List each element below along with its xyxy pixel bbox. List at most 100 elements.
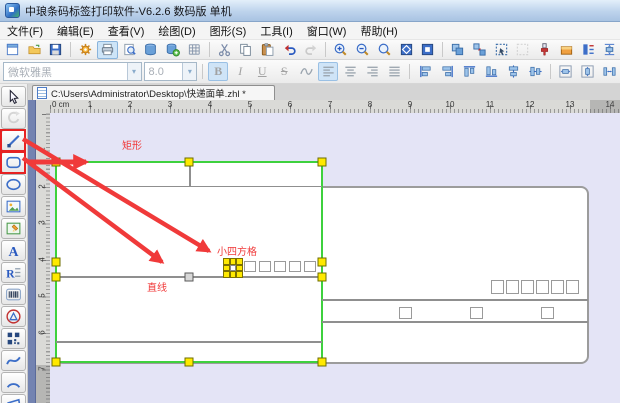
selection-handle[interactable]	[236, 271, 243, 278]
align-left-edges-button[interactable]	[415, 62, 435, 81]
selection-handle[interactable]	[230, 271, 237, 278]
selection-handle[interactable]	[185, 358, 194, 367]
shape-tool-button[interactable]	[1, 306, 26, 327]
chevron-down-icon[interactable]: ▾	[127, 63, 141, 80]
header-square[interactable]	[244, 261, 256, 272]
align-top-edges-button[interactable]	[459, 62, 479, 81]
menu-item-help[interactable]: 帮助(H)	[353, 22, 404, 40]
new-document-button[interactable]	[2, 41, 23, 59]
fit-content-button[interactable]	[417, 41, 438, 59]
qrcode-tool-button[interactable]	[1, 328, 26, 349]
print-preview-button[interactable]	[119, 41, 140, 59]
menu-item-shape[interactable]: 图形(S)	[203, 22, 254, 40]
text-tool-button[interactable]: A	[1, 240, 26, 261]
image-tool-button[interactable]	[1, 196, 26, 217]
selection-handle[interactable]	[52, 158, 61, 167]
check-square[interactable]	[541, 307, 554, 319]
grid-settings-button[interactable]	[184, 41, 205, 59]
header-square[interactable]	[304, 261, 316, 272]
right-section-line-1[interactable]	[322, 299, 588, 301]
selection-handle[interactable]	[318, 158, 327, 167]
copy-button[interactable]	[235, 41, 256, 59]
page-setup-button[interactable]	[75, 41, 96, 59]
barcode-tool-button[interactable]	[1, 284, 26, 305]
zoom-out-button[interactable]	[352, 41, 373, 59]
rounded-rect-tool-button[interactable]	[1, 152, 26, 173]
selection-handle[interactable]	[52, 358, 61, 367]
selection-handle[interactable]	[230, 258, 237, 265]
menu-item-view[interactable]: 查看(V)	[101, 22, 152, 40]
center-in-page-horizontal-button[interactable]	[556, 62, 576, 81]
align-text-center-button[interactable]	[340, 62, 360, 81]
postcode-square[interactable]	[521, 280, 534, 294]
database-button[interactable]	[140, 41, 161, 59]
object-properties-button[interactable]	[578, 41, 599, 59]
selection-handle[interactable]	[223, 265, 230, 272]
align-right-edges-button[interactable]	[437, 62, 457, 81]
format-painter-button[interactable]	[534, 41, 555, 59]
text-on-path-button[interactable]	[296, 62, 316, 81]
redo-button[interactable]	[301, 41, 322, 59]
fill-style-button[interactable]	[556, 41, 577, 59]
select-area-button[interactable]	[491, 41, 512, 59]
align-text-right-button[interactable]	[362, 62, 382, 81]
postcode-square[interactable]	[566, 280, 579, 294]
check-square[interactable]	[399, 307, 412, 319]
undo-button[interactable]	[279, 41, 300, 59]
postcode-square[interactable]	[506, 280, 519, 294]
header-square[interactable]	[289, 261, 301, 272]
rich-text-tool-button[interactable]: R	[1, 262, 26, 283]
line-tool-button[interactable]	[1, 130, 26, 151]
selection-handle[interactable]	[318, 258, 327, 267]
align-text-justify-button[interactable]	[384, 62, 404, 81]
print-button[interactable]	[97, 41, 118, 59]
group-button[interactable]	[447, 41, 468, 59]
selected-small-square-object[interactable]	[223, 258, 243, 278]
cut-button[interactable]	[214, 41, 235, 59]
align-text-left-button[interactable]	[318, 62, 338, 81]
align-center-vertical-button[interactable]	[525, 62, 545, 81]
paste-button[interactable]	[257, 41, 278, 59]
ungroup-button[interactable]	[469, 41, 490, 59]
polygon-tool-button[interactable]	[1, 394, 26, 403]
equal-spacing-button[interactable]	[600, 62, 620, 81]
small-square-object[interactable]	[230, 265, 237, 272]
line-mid-handle[interactable]	[185, 273, 194, 282]
font-size-select[interactable]: 8.0 ▾	[144, 62, 198, 81]
curve-tool-button[interactable]	[1, 350, 26, 371]
strikethrough-button[interactable]: S	[274, 62, 294, 81]
lower-divider-line[interactable]	[56, 341, 322, 343]
postcode-square[interactable]	[551, 280, 564, 294]
deselect-area-button[interactable]	[512, 41, 533, 59]
selection-handle[interactable]	[318, 273, 327, 282]
postcode-square[interactable]	[536, 280, 549, 294]
arc-tool-button[interactable]	[1, 372, 26, 393]
selection-handle[interactable]	[52, 258, 61, 267]
align-center-horizontal-button[interactable]	[503, 62, 523, 81]
menu-item-file[interactable]: 文件(F)	[0, 22, 50, 40]
bold-button[interactable]: B	[208, 62, 228, 81]
image-edit-tool-button[interactable]	[1, 218, 26, 239]
select-tool-button[interactable]	[1, 86, 26, 107]
document-tab[interactable]: C:\Users\Administrator\Desktop\快递面单.zhl …	[32, 85, 275, 100]
font-family-select[interactable]: 微软雅黑 ▾	[3, 62, 142, 81]
right-section-line-2[interactable]	[322, 321, 588, 323]
italic-button[interactable]: I	[230, 62, 250, 81]
menu-item-tools[interactable]: 工具(I)	[253, 22, 299, 40]
menu-item-draw[interactable]: 绘图(D)	[151, 22, 202, 40]
selection-handle[interactable]	[185, 158, 194, 167]
design-canvas[interactable]: 矩形 小四方格 直线	[50, 113, 620, 403]
check-square[interactable]	[470, 307, 483, 319]
zoom-in-button[interactable]	[330, 41, 351, 59]
distribute-button[interactable]	[599, 41, 620, 59]
selection-handle[interactable]	[52, 273, 61, 282]
save-file-button[interactable]	[46, 41, 67, 59]
header-square[interactable]	[274, 261, 286, 272]
selection-handle[interactable]	[223, 271, 230, 278]
chevron-down-icon[interactable]: ▾	[182, 63, 196, 80]
database-import-button[interactable]	[162, 41, 183, 59]
open-file-button[interactable]	[24, 41, 45, 59]
underline-button[interactable]: U	[252, 62, 272, 81]
center-in-page-vertical-button[interactable]	[578, 62, 598, 81]
menu-item-edit[interactable]: 编辑(E)	[50, 22, 101, 40]
